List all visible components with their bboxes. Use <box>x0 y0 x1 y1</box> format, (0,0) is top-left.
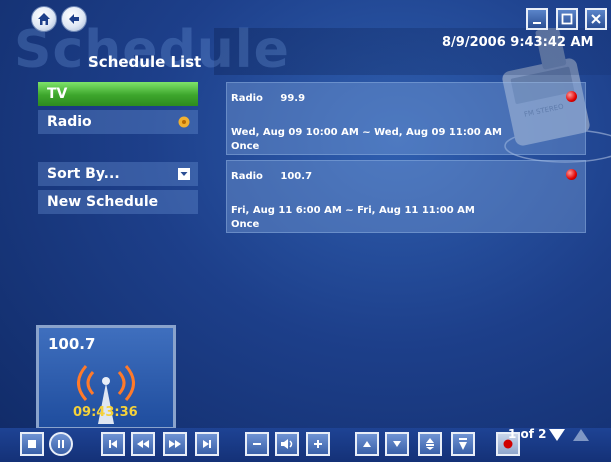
volume-up-button[interactable] <box>306 432 330 456</box>
schedule-type: Radio <box>231 93 263 104</box>
page-up-button[interactable] <box>418 432 442 456</box>
skip-back-icon <box>109 440 117 448</box>
rewind-icon <box>137 440 149 448</box>
schedule-repeat: Once <box>231 219 260 230</box>
record-indicator-icon <box>566 91 577 102</box>
skip-back-button[interactable] <box>101 432 125 456</box>
page-title: Schedule List <box>88 53 202 71</box>
home-button[interactable] <box>31 6 57 32</box>
schedule-type: Radio <box>231 171 263 182</box>
radio-wave-icon <box>178 116 190 128</box>
mute-icon <box>281 439 293 449</box>
pagination-text: 1 of 2 <box>508 427 547 441</box>
now-playing-panel: 100.7 09:43:36 <box>36 325 176 430</box>
sidebar-item-label: Radio <box>47 114 92 130</box>
channel-down-icon <box>393 441 401 447</box>
back-button[interactable] <box>61 6 87 32</box>
sidebar-item-radio[interactable]: Radio <box>38 110 198 134</box>
schedule-time-range: Fri, Aug 11 6:00 AM ~ Fri, Aug 11 11:00 … <box>231 205 475 216</box>
new-schedule-label: New Schedule <box>47 194 159 210</box>
maximize-button[interactable] <box>556 8 578 30</box>
stop-icon <box>28 440 36 448</box>
page-prev-icon[interactable] <box>572 428 590 442</box>
volume-down-button[interactable] <box>245 432 269 456</box>
new-schedule-button[interactable]: New Schedule <box>38 190 198 214</box>
page-watermark: Schedule <box>14 20 290 80</box>
page-down-icon <box>459 438 467 450</box>
schedule-channel: 100.7 <box>280 171 313 182</box>
schedule-time-range: Wed, Aug 09 10:00 AM ~ Wed, Aug 09 11:00… <box>231 127 502 138</box>
sort-by-label: Sort By... <box>47 166 120 182</box>
pause-icon <box>58 440 64 448</box>
fast-forward-button[interactable] <box>163 432 187 456</box>
channel-up-button[interactable] <box>355 432 379 456</box>
now-playing-time: 09:43:36 <box>73 405 138 420</box>
page-down-button[interactable] <box>451 432 475 456</box>
close-button[interactable] <box>585 8 607 30</box>
clock: 8/9/2006 9:43:42 AM <box>442 35 594 50</box>
sidebar-item-label: TV <box>47 86 68 102</box>
schedule-item[interactable]: Radio 100.7 Fri, Aug 11 6:00 AM ~ Fri, A… <box>226 160 586 233</box>
volume-down-icon <box>253 443 261 445</box>
rewind-button[interactable] <box>131 432 155 456</box>
stop-button[interactable] <box>20 432 44 456</box>
minimize-icon <box>533 22 541 24</box>
sidebar-item-tv[interactable]: TV <box>38 82 198 106</box>
sort-by-button[interactable]: Sort By... <box>38 162 198 186</box>
maximize-icon <box>561 13 573 25</box>
skip-forward-button[interactable] <box>195 432 219 456</box>
close-icon <box>591 14 601 24</box>
home-icon <box>38 13 50 25</box>
back-arrow-icon <box>69 14 79 24</box>
skip-forward-icon <box>203 440 211 448</box>
record-indicator-icon <box>566 169 577 180</box>
schedule-item[interactable]: Radio 99.9 Wed, Aug 09 10:00 AM ~ Wed, A… <box>226 82 586 155</box>
mute-button[interactable] <box>275 432 299 456</box>
minimize-button[interactable] <box>526 8 548 30</box>
fast-forward-icon <box>169 440 181 448</box>
channel-down-button[interactable] <box>385 432 409 456</box>
chevron-down-icon <box>178 168 190 180</box>
schedule-channel: 99.9 <box>280 93 306 104</box>
schedule-repeat: Once <box>231 141 260 152</box>
page-next-icon[interactable] <box>548 428 566 442</box>
volume-up-icon <box>314 440 322 448</box>
channel-up-icon <box>363 441 371 447</box>
pause-button[interactable] <box>49 432 73 456</box>
page-up-icon <box>426 438 434 450</box>
